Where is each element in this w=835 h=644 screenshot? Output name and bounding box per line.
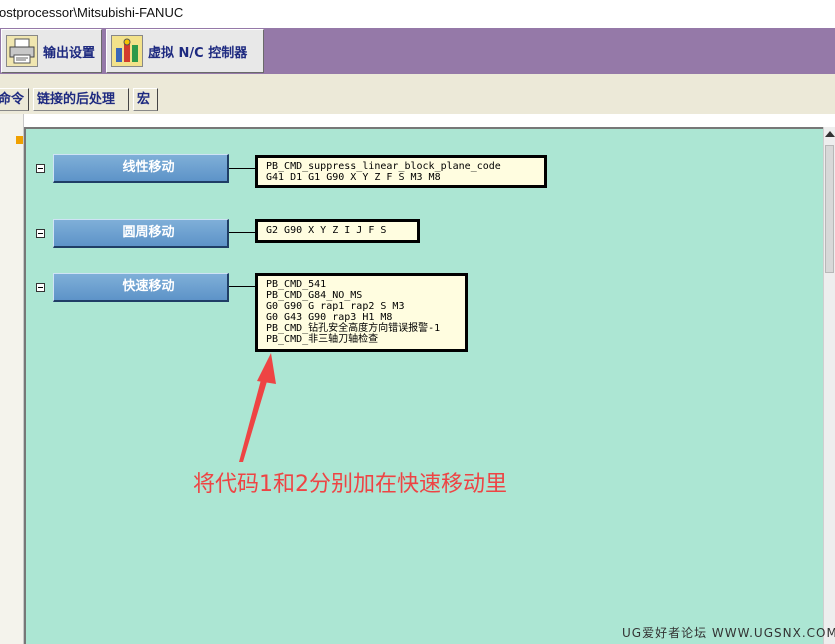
annotation-arrow-icon: [239, 353, 276, 462]
watermark: UG爱好者论坛 WWW.UGSNX.COM: [622, 626, 835, 640]
annotation-note: 将代码1和2分别加在快速移动里: [193, 472, 507, 497]
